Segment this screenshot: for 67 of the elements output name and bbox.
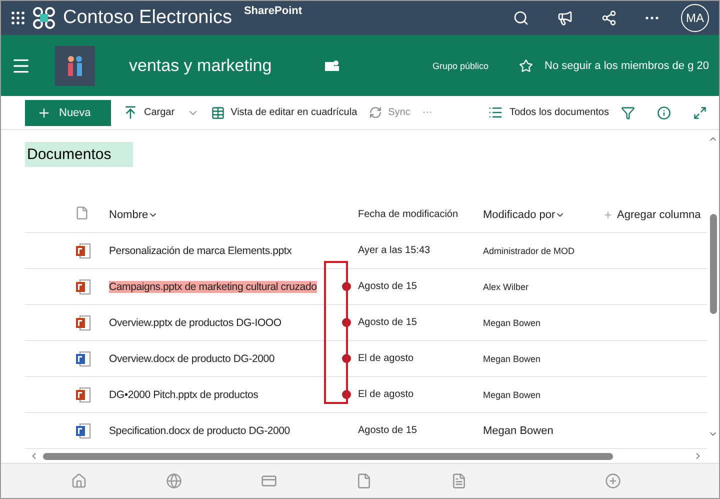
more-icon[interactable] (645, 16, 659, 20)
megaphone-icon[interactable] (557, 10, 573, 26)
library-title: Documentos (25, 142, 134, 168)
presentation-file-icon (75, 278, 91, 295)
grid-icon (210, 106, 225, 120)
table-cell-text: Megan Bowen (483, 424, 554, 437)
file-type-icon (75, 206, 89, 220)
add-column-button[interactable]: Agregar columna (603, 208, 707, 221)
document-file-icon (75, 350, 91, 367)
file-name[interactable]: Specification.docx de producto DG-2000 (109, 424, 290, 437)
add-icon[interactable] (604, 473, 620, 490)
upload-icon (123, 105, 138, 120)
vertical-scrollbar[interactable] (710, 214, 716, 314)
sync-icon (369, 106, 382, 120)
grid-view-button[interactable]: Vista de editar en cuadrícula (210, 106, 358, 120)
file-name[interactable]: Overview.pptx de productos DG-IOOO (109, 316, 282, 329)
table-cell-text: Alex Wilber (483, 282, 530, 292)
list-icon[interactable] (450, 473, 466, 490)
home-icon[interactable] (70, 473, 86, 490)
table-cell-text: Megan Bowen (483, 354, 542, 364)
app-launcher-icon[interactable] (11, 10, 25, 25)
presentation-file-icon (75, 386, 91, 403)
file-name[interactable]: Personalización de marca Elements.pptx (109, 244, 292, 257)
presentation-file-icon (75, 314, 91, 331)
site-title: ventas y marketing (129, 56, 272, 76)
column-header[interactable]: Modificado por (483, 208, 603, 221)
file-icon[interactable] (356, 473, 372, 490)
follow-link[interactable]: No seguir a los miembros de g 20 (544, 60, 709, 72)
table-cell-text: Agosto de 15 (358, 281, 418, 292)
column-header[interactable]: Nombre (109, 208, 335, 221)
globe-icon[interactable] (166, 473, 182, 490)
column-header[interactable]: Fecha de modificación (358, 209, 483, 220)
horizontal-scrollbar[interactable] (43, 452, 613, 460)
view-selector[interactable]: Todos los documentos (488, 105, 609, 120)
table-cell-text: Agosto de 15 (358, 317, 418, 328)
file-name[interactable]: Overview.docx de producto DG-2000 (109, 352, 275, 365)
table-cell-text: Administrador de MOD (483, 246, 576, 256)
document-file-icon (75, 422, 91, 439)
share-icon[interactable] (601, 10, 617, 26)
plus-icon (37, 106, 51, 120)
more-button[interactable]: ··· (422, 107, 432, 118)
logo-icon (33, 6, 55, 29)
search-icon[interactable] (513, 10, 529, 26)
avatar[interactable]: MA (681, 4, 709, 32)
app-name: SharePoint (244, 4, 302, 17)
filter-icon[interactable] (621, 106, 635, 120)
sync-button[interactable]: Sync (369, 106, 410, 120)
new-button[interactable]: Nueva (25, 100, 111, 126)
info-icon[interactable] (657, 106, 671, 120)
table-cell-text: Ayer a las 15:43 (358, 245, 432, 256)
group-privacy: Grupo público (432, 60, 489, 71)
table-cell-text: El de agosto (358, 389, 415, 400)
plus-icon (603, 210, 613, 220)
table-cell-text: Megan Bowen (483, 390, 542, 400)
upload-button[interactable]: Cargar (123, 105, 175, 120)
table-cell-text: Megan Bowen (483, 318, 542, 328)
table-cell-text: El de agosto (358, 353, 415, 364)
file-name[interactable]: DG•2000 Pitch.pptx de productos (109, 388, 258, 401)
brand-name: Contoso Electronics (63, 6, 232, 29)
card-icon[interactable] (260, 473, 276, 490)
table-cell-text: Agosto de 15 (358, 425, 418, 436)
star-icon[interactable] (518, 58, 533, 73)
presentation-file-icon (75, 242, 91, 259)
expand-icon[interactable] (693, 106, 707, 120)
file-name[interactable]: Campaigns.pptx de marketing cultural cruzado (109, 280, 317, 293)
site-logo (55, 46, 95, 86)
list-icon (488, 105, 504, 120)
